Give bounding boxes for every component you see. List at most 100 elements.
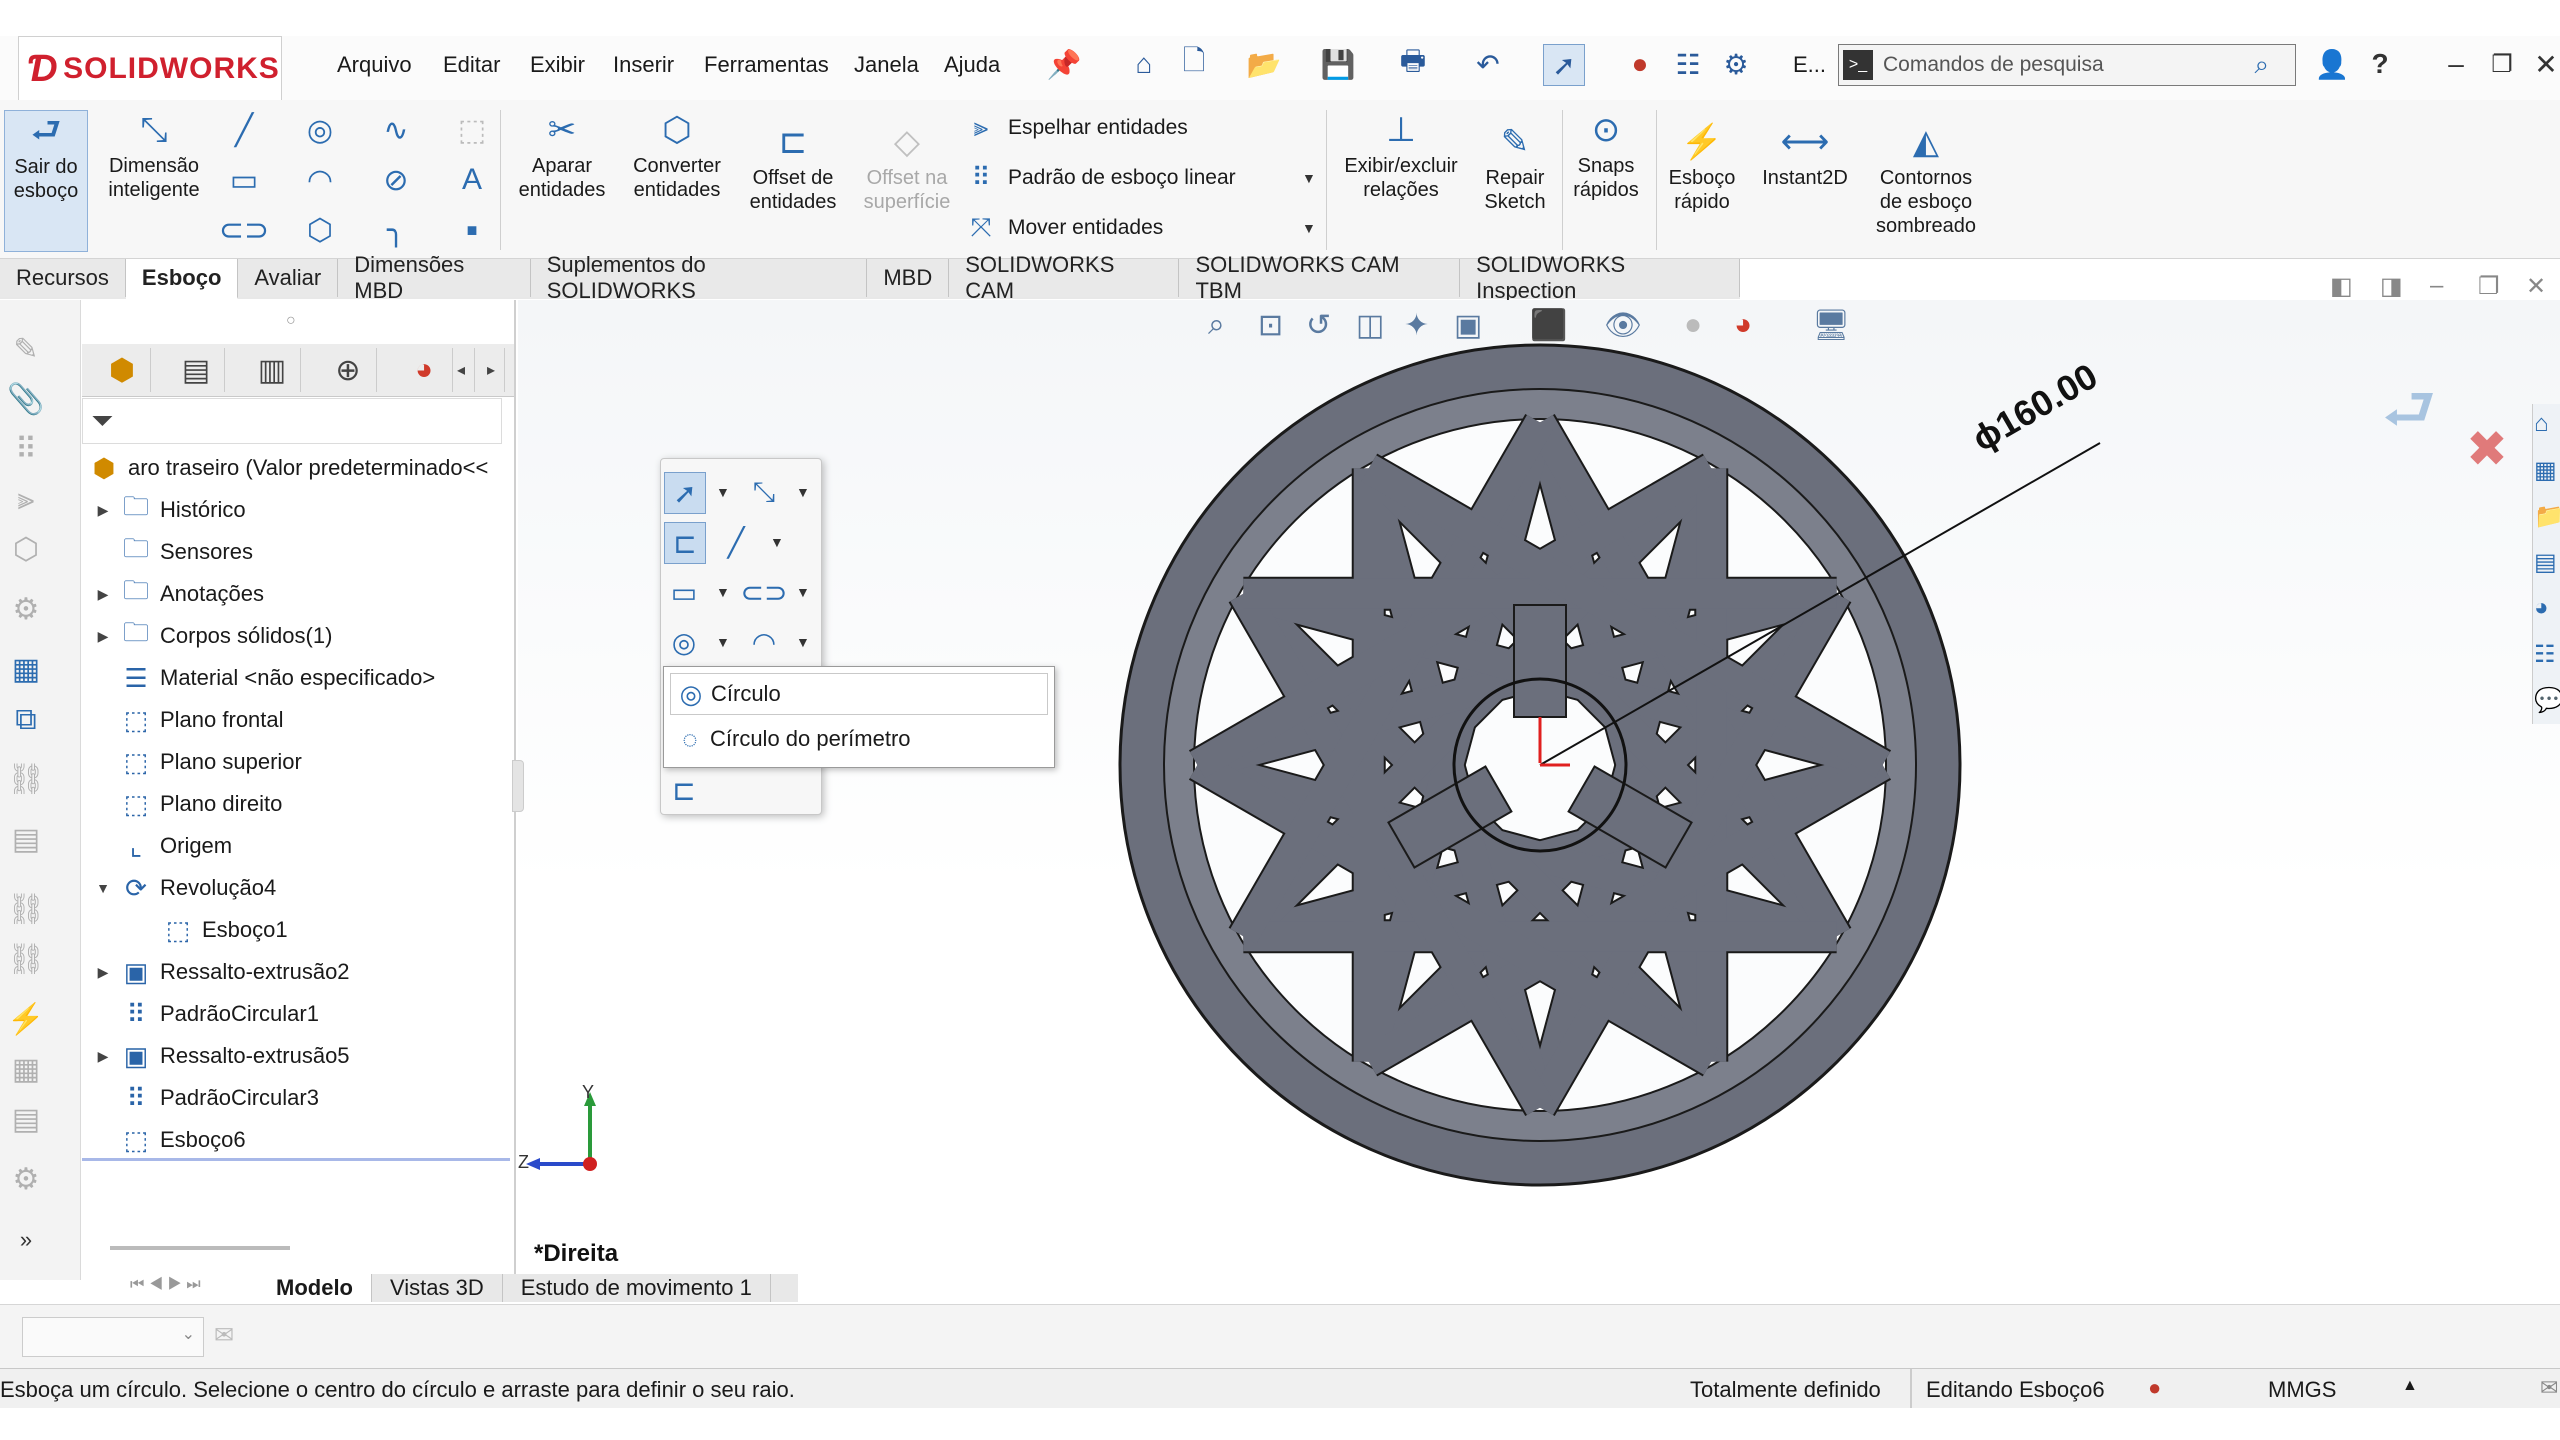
tree-item[interactable]: ▶ ▣ Ressalto-extrusão5 (90, 1036, 350, 1076)
tree-item[interactable]: ⬚ Plano superior (90, 742, 302, 782)
offset-popup-icon[interactable]: ⊏ (664, 522, 706, 564)
tab-navigation-icon[interactable]: ⏮ ◀ ▶ ⏭ (130, 1276, 201, 1294)
tab-solidworks-cam-tbm[interactable]: SOLIDWORKS CAM TBM (1179, 252, 1461, 303)
menu-janela[interactable]: Janela (854, 52, 919, 78)
tree-item[interactable]: ⬚ Plano frontal (90, 700, 284, 740)
resources-icon[interactable]: ⌂ (2534, 410, 2549, 438)
linear-pattern-button[interactable]: ⠿ Padrão de esboço linear (966, 162, 1235, 193)
smart-dimension-popup-icon[interactable]: ⤡ (744, 472, 784, 512)
circle-icon[interactable]: ◎ (302, 112, 338, 148)
tree-item[interactable]: ⬚ Esboço1 (132, 910, 288, 950)
tab-estudo-movimento[interactable]: Estudo de movimento 1 (503, 1274, 771, 1302)
chevron-down-icon[interactable]: ▼ (716, 634, 730, 650)
property-manager-tab-icon[interactable]: ▤ (168, 348, 225, 392)
chevron-right-icon[interactable]: ▶ (90, 628, 116, 645)
circle-popup-icon[interactable]: ◎ (664, 622, 704, 662)
fillet-icon[interactable]: ╮ (378, 212, 414, 248)
tree-item[interactable]: ⠿ PadrãoCircular1 (90, 994, 319, 1034)
chevron-down-icon[interactable]: ▼ (796, 634, 810, 650)
shaded-contours-button[interactable]: ◭ Contornos de esboço sombreado (1864, 122, 1988, 238)
doc-close-icon[interactable]: ✕ (2526, 272, 2546, 301)
chevron-down-icon[interactable]: ▼ (796, 484, 810, 500)
tab-dimensoes-mbd[interactable]: Dimensões MBD (338, 252, 531, 303)
close-icon[interactable]: ✕ (2526, 44, 2560, 84)
chevron-right-icon[interactable]: ▶ (90, 1048, 116, 1065)
spline-icon[interactable]: ∿ (378, 112, 414, 148)
quick-snaps-button[interactable]: ⊙ Snaps rápidos (1566, 110, 1646, 202)
mirror-entities-button[interactable]: ⫸ Espelhar entidades (966, 112, 1188, 144)
chevron-down-icon[interactable]: ▼ (796, 584, 810, 600)
tree-item[interactable]: ▶ 🗀 Histórico (90, 490, 246, 530)
tab-vistas-3d[interactable]: Vistas 3D (372, 1274, 503, 1302)
tree-item[interactable]: ▶ ▣ Ressalto-extrusão2 (90, 952, 350, 992)
polygon-icon[interactable]: ⬡ (302, 212, 338, 248)
tree-root[interactable]: ⬢ aro traseiro (Valor predeterminado<< (84, 448, 489, 488)
panel-collapse-handle[interactable] (512, 760, 524, 812)
view-palette-icon[interactable]: ▤ (2534, 548, 2557, 577)
tab-esboco[interactable]: Esboço (125, 259, 239, 299)
chevron-right-icon[interactable]: ▶ (90, 586, 116, 603)
section-view-icon[interactable]: ⧉ (6, 700, 46, 740)
doc-minimize-icon[interactable]: – (2430, 272, 2443, 300)
line-popup-icon[interactable]: ╱ (716, 522, 756, 562)
toolbar-overflow[interactable]: E... (1793, 52, 1826, 78)
tree-item[interactable]: ▼ ⟳ Revolução4 (90, 868, 276, 908)
tree-item[interactable]: 🗀 Sensores (90, 532, 253, 572)
search-input[interactable]: Comandos de pesquisa (1883, 53, 2104, 77)
menu-item-circulo[interactable]: ◎ Círculo (670, 673, 1048, 715)
undo-icon[interactable]: ↶ (1468, 44, 1508, 84)
tree-item[interactable]: ⬚ Esboço6 (90, 1120, 246, 1160)
rectangle-popup-icon[interactable]: ▭ (664, 572, 704, 612)
search-commands[interactable]: >_ Comandos de pesquisa ⌕ (1838, 44, 2296, 86)
configuration-manager-tab-icon[interactable]: ▥ (244, 348, 301, 392)
custom-properties-icon[interactable]: ☷ (2534, 640, 2556, 669)
solidworks-logo[interactable]: Ɗ SOLIDWORKS (18, 36, 282, 102)
chevron-down-icon[interactable]: ▼ (716, 484, 730, 500)
restore-icon[interactable]: ❐ (2482, 44, 2522, 84)
user-icon[interactable]: 👤 (2312, 44, 2352, 84)
menu-arquivo[interactable]: Arquivo (337, 52, 412, 78)
tab-scroll-left-icon[interactable]: ◂ (448, 348, 475, 392)
select-icon[interactable]: ➚ (1543, 44, 1585, 86)
dimxpert-tab-icon[interactable]: ⊕ (320, 348, 377, 392)
tab-solidworks-inspection[interactable]: SOLIDWORKS Inspection (1460, 252, 1740, 303)
tab-avaliar[interactable]: Avaliar (238, 259, 339, 297)
menu-ferramentas[interactable]: Ferramentas (704, 52, 829, 78)
tab-solidworks-cam[interactable]: SOLIDWORKS CAM (949, 252, 1180, 303)
cancel-sketch-icon[interactable]: ✖ (2466, 420, 2508, 478)
display-relations-button[interactable]: ⊥ Exibir/excluir relações (1334, 110, 1468, 202)
tab-recursos[interactable]: Recursos (0, 259, 126, 297)
search-icon[interactable]: ⌕ (2254, 49, 2269, 81)
design-library-icon[interactable]: ▦ (2534, 456, 2557, 485)
rectangle-icon[interactable]: ▭ (226, 162, 262, 198)
menu-ajuda[interactable]: Ajuda (944, 52, 1000, 78)
instant2d-button[interactable]: ⟷ Instant2D (1750, 122, 1860, 190)
home-icon[interactable]: ⌂ (1124, 44, 1164, 84)
forum-icon[interactable]: 💬 (2534, 686, 2560, 715)
save-icon[interactable]: 💾 (1318, 44, 1358, 84)
view-orientation-icon[interactable]: ▦ (6, 650, 46, 690)
file-properties-icon[interactable]: ☷ (1668, 44, 1708, 84)
select-pointer-icon[interactable]: ➚ (664, 472, 706, 514)
chevron-down-icon[interactable]: ▼ (716, 584, 730, 600)
traffic-light-icon[interactable]: ● (1620, 44, 1660, 84)
print-icon[interactable]: 🖶 (1393, 44, 1433, 84)
rollback-bar[interactable] (82, 1158, 510, 1161)
chevron-right-icon[interactable]: ▶ (90, 964, 116, 981)
offset-bottom-popup-icon[interactable]: ⊏ (664, 770, 704, 810)
arc-icon[interactable]: ◠ (302, 162, 338, 198)
slot-popup-icon[interactable]: ⊂⊃ (741, 572, 788, 612)
menu-item-circulo-perimetro[interactable]: ◌ Círculo do perímetro (670, 719, 1046, 759)
doc-restore-icon[interactable]: ❐ (2478, 272, 2500, 301)
confirm-exit-sketch-icon[interactable]: ⮐ (2382, 366, 2436, 468)
chevron-down-icon[interactable]: ▼ (1302, 220, 1316, 236)
appearances-icon[interactable]: ◕ (2534, 594, 2549, 622)
exit-sketch-button[interactable]: ⮐ Sair do esboço (4, 110, 88, 252)
resize-handle[interactable]: ○ (286, 312, 296, 330)
rebuild-traffic-light-icon[interactable]: ● (2148, 1375, 2161, 1401)
tab-modelo[interactable]: Modelo (258, 1274, 372, 1302)
tree-item[interactable]: ▶ 🗀 Anotações (90, 574, 264, 614)
tree-item[interactable]: ▶ 🗀 Corpos sólidos(1) (90, 616, 333, 656)
menu-editar[interactable]: Editar (443, 52, 500, 78)
help-icon[interactable]: ? (2360, 44, 2400, 84)
